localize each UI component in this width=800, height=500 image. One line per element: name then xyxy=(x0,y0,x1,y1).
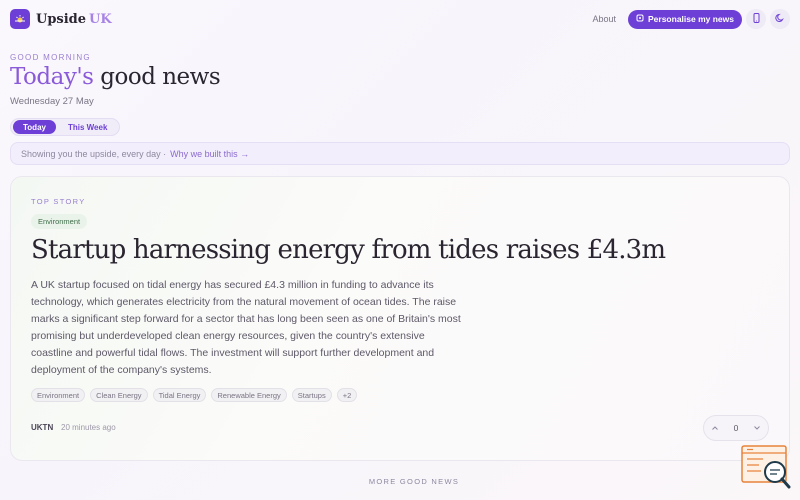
more-tags-badge[interactable]: +2 xyxy=(336,388,358,402)
why-we-built-this-link[interactable]: Why we built this → xyxy=(170,149,249,159)
tab-today[interactable]: Today xyxy=(13,120,56,134)
brand-word: Upside xyxy=(36,11,87,27)
phone-icon xyxy=(752,10,761,28)
greeting-label: GOOD MORNING xyxy=(10,53,91,62)
chevron-down-icon[interactable] xyxy=(753,419,761,437)
info-banner: Showing you the upside, every day · Why … xyxy=(10,142,790,165)
personalise-button[interactable]: Personalise my news xyxy=(628,9,742,29)
tag[interactable]: Tidal Energy xyxy=(152,388,207,402)
top-bar: Upside UK About Personalise my news xyxy=(0,0,800,38)
chevron-up-icon[interactable] xyxy=(711,419,719,437)
chat-search-icon[interactable] xyxy=(741,445,791,491)
story-title[interactable]: Startup harnessing energy from tides rai… xyxy=(31,235,666,265)
tag[interactable]: Environment xyxy=(31,388,86,402)
moon-icon xyxy=(775,10,785,28)
top-story-kicker: TOP STORY xyxy=(31,197,86,206)
theme-toggle-button[interactable] xyxy=(770,9,790,29)
personalise-label: Personalise my news xyxy=(648,14,734,24)
tag[interactable]: Clean Energy xyxy=(90,388,148,402)
vote-control: 0 xyxy=(703,415,769,441)
page-title: Today's good news xyxy=(10,64,221,90)
vote-count: 0 xyxy=(733,423,739,433)
story-summary: A UK startup focused on tidal energy has… xyxy=(31,279,461,376)
more-good-news-heading: MORE GOOD NEWS xyxy=(368,477,460,486)
tag[interactable]: Startups xyxy=(291,388,332,402)
sparkle-icon xyxy=(636,14,644,24)
phone-button[interactable] xyxy=(746,9,766,29)
story-time: 20 minutes ago xyxy=(61,423,116,432)
page-title-accent: Today's xyxy=(10,64,94,90)
period-tabs: Today This Week xyxy=(10,118,121,136)
tag[interactable]: Renewable Energy xyxy=(211,388,287,402)
story-source: UKTN xyxy=(31,423,54,432)
about-link[interactable]: About xyxy=(592,14,616,24)
sun-icon[interactable] xyxy=(10,9,30,29)
brand-name[interactable]: Upside UK xyxy=(36,12,112,27)
category-badge[interactable]: Environment xyxy=(31,214,88,229)
top-story-card[interactable]: TOP STORY Environment Startup harnessing… xyxy=(10,176,790,461)
page-title-rest: good news xyxy=(100,64,221,90)
current-date: Wednesday 27 May xyxy=(10,96,94,107)
tab-this-week[interactable]: This Week xyxy=(58,120,117,134)
brand-suffix: UK xyxy=(89,11,112,27)
banner-text: Showing you the upside, every day · xyxy=(21,148,167,159)
tag-list: Environment Clean Energy Tidal Energy Re… xyxy=(31,388,358,402)
